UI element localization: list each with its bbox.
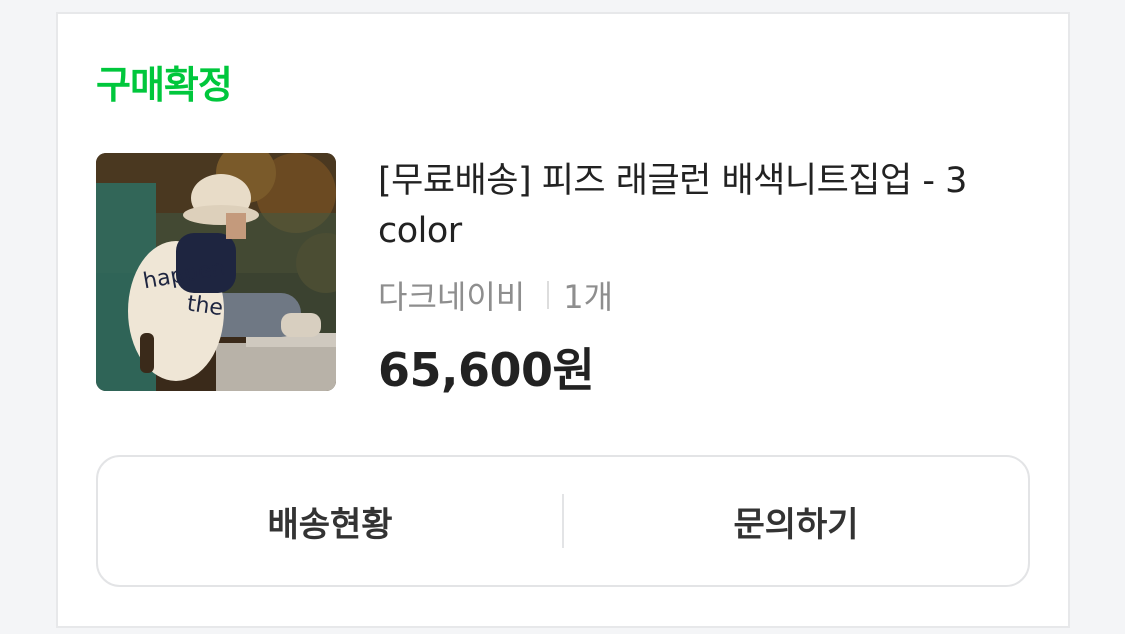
- product-option-row: 다크네이비 1개: [378, 272, 613, 318]
- product-title[interactable]: [무료배송] 피즈 래글런 배색니트집업 - 3 color: [378, 156, 1038, 256]
- order-status-label: 구매확정: [96, 63, 233, 107]
- order-actions: 배송현황 문의하기: [96, 455, 1030, 587]
- inquiry-button[interactable]: 문의하기: [564, 457, 1028, 585]
- product-quantity: 1개: [563, 278, 614, 316]
- product-photo-image: happen the: [96, 153, 336, 391]
- svg-text:the: the: [185, 291, 224, 321]
- product-option: 다크네이비: [378, 278, 526, 316]
- option-divider: [547, 281, 550, 309]
- delivery-status-button[interactable]: 배송현황: [98, 457, 562, 585]
- product-price: 65,600원: [378, 343, 595, 397]
- product-thumbnail[interactable]: happen the: [96, 153, 336, 391]
